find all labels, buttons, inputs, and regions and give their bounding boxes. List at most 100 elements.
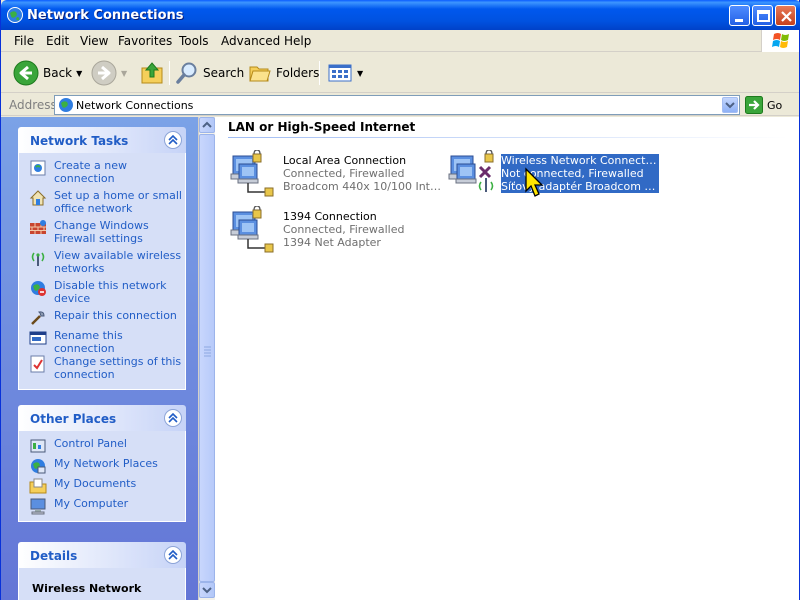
other-places-header[interactable]: Other Places bbox=[18, 405, 186, 431]
task-pane-scrollbar[interactable] bbox=[198, 117, 215, 600]
views-dropdown-icon[interactable]: ▼ bbox=[357, 69, 363, 78]
menu-view[interactable]: View bbox=[80, 34, 108, 48]
maximize-button[interactable] bbox=[752, 5, 773, 26]
control-panel-icon bbox=[30, 439, 46, 453]
network-tasks-panel: Network Tasks Create a new connection Se… bbox=[18, 127, 186, 390]
network-tasks-list: Create a new connection Set up a home or… bbox=[18, 153, 186, 390]
connection-device: Broadcom 440x 10/100 Integr... bbox=[283, 180, 443, 193]
explorer-window: Network Connections File Edit View Favor… bbox=[0, 0, 800, 600]
address-dropdown-button[interactable] bbox=[722, 97, 738, 113]
task-view-wireless[interactable]: View available wireless networks bbox=[19, 249, 185, 279]
minimize-button[interactable] bbox=[729, 5, 750, 26]
search-label: Search bbox=[203, 66, 245, 80]
address-input[interactable]: Network Connections bbox=[54, 95, 740, 115]
1394-connection-icon bbox=[230, 206, 274, 253]
go-button[interactable]: Go bbox=[745, 96, 782, 114]
window-title: Network Connections bbox=[27, 8, 184, 23]
collapse-icon[interactable] bbox=[164, 409, 182, 427]
address-label: Address bbox=[9, 98, 57, 112]
address-value: Network Connections bbox=[76, 99, 194, 112]
scroll-thumb[interactable] bbox=[199, 134, 215, 582]
task-create-connection[interactable]: Create a new connection bbox=[19, 159, 185, 189]
network-tasks-header[interactable]: Network Tasks bbox=[18, 127, 186, 153]
task-label: Change Windows Firewall settings bbox=[54, 219, 149, 245]
task-rename-connection[interactable]: Rename this connection bbox=[19, 329, 185, 355]
menu-advanced[interactable]: Advanced bbox=[221, 34, 280, 48]
place-label: My Network Places bbox=[54, 457, 158, 470]
place-label: Control Panel bbox=[54, 437, 127, 450]
place-label: My Computer bbox=[54, 497, 129, 510]
chevron-down-icon bbox=[202, 587, 212, 594]
task-change-settings[interactable]: Change settings of this connection bbox=[19, 355, 185, 385]
close-icon bbox=[781, 11, 792, 22]
place-my-computer[interactable]: My Computer bbox=[19, 497, 185, 517]
place-network-places[interactable]: My Network Places bbox=[19, 457, 185, 477]
home-network-icon bbox=[29, 190, 47, 206]
lan-connection-icon bbox=[230, 150, 274, 197]
details-header[interactable]: Details bbox=[18, 542, 186, 568]
views-icon bbox=[328, 64, 352, 82]
forward-button: ▼ bbox=[91, 59, 127, 87]
toolbar-separator bbox=[169, 61, 170, 85]
forward-arrow-icon bbox=[91, 60, 117, 86]
other-places-panel: Other Places Control Panel My Network Pl… bbox=[18, 405, 186, 522]
toolbar-separator bbox=[319, 61, 320, 85]
windows-flag-icon bbox=[772, 33, 789, 48]
folder-up-icon bbox=[141, 62, 163, 84]
folders-button[interactable]: Folders bbox=[248, 59, 319, 87]
connection-status: Connected, Firewalled bbox=[283, 167, 405, 180]
back-button[interactable]: Back ▼ bbox=[13, 59, 82, 87]
up-button[interactable] bbox=[140, 59, 164, 87]
other-places-title: Other Places bbox=[30, 412, 117, 426]
task-pane: Network Tasks Create a new connection Se… bbox=[1, 117, 198, 600]
other-places-list: Control Panel My Network Places My Docum… bbox=[18, 431, 186, 522]
network-tasks-title: Network Tasks bbox=[30, 134, 129, 148]
forward-dropdown-icon: ▼ bbox=[121, 68, 128, 78]
views-button[interactable]: ▼ bbox=[327, 59, 363, 87]
back-label: Back bbox=[43, 66, 73, 80]
task-label: Change settings of this connection bbox=[54, 355, 182, 381]
disable-device-icon bbox=[31, 281, 46, 296]
scroll-up-button[interactable] bbox=[199, 117, 215, 133]
connection-name: Wireless Network Connection bbox=[501, 154, 659, 167]
search-button[interactable]: Search bbox=[175, 59, 244, 87]
connection-text: Local Area Connection Connected, Firewal… bbox=[283, 154, 443, 193]
group-title: LAN or High-Speed Internet bbox=[228, 120, 416, 134]
minimize-icon bbox=[735, 19, 743, 22]
rename-icon bbox=[29, 331, 47, 345]
place-my-documents[interactable]: My Documents bbox=[19, 477, 185, 497]
repair-icon bbox=[31, 311, 45, 325]
connection-text: 1394 Connection Connected, Firewalled 13… bbox=[283, 210, 443, 249]
back-arrow-icon bbox=[13, 60, 39, 86]
menu-file[interactable]: File bbox=[14, 34, 34, 48]
mouse-cursor-icon bbox=[525, 167, 544, 197]
menu-help[interactable]: Help bbox=[284, 34, 311, 48]
folders-icon bbox=[249, 66, 271, 82]
search-icon bbox=[176, 62, 197, 84]
network-places-icon bbox=[31, 459, 46, 474]
place-control-panel[interactable]: Control Panel bbox=[19, 437, 185, 457]
menu-favorites[interactable]: Favorites bbox=[118, 34, 172, 48]
collapse-icon[interactable] bbox=[164, 546, 182, 564]
settings-icon bbox=[30, 355, 45, 373]
task-label: Create a new connection bbox=[54, 159, 128, 185]
firewall-icon bbox=[30, 220, 46, 234]
place-label: My Documents bbox=[54, 477, 137, 490]
task-firewall-settings[interactable]: Change Windows Firewall settings bbox=[19, 219, 185, 249]
network-connections-icon bbox=[59, 98, 73, 112]
title-bar[interactable]: Network Connections bbox=[1, 0, 800, 30]
scroll-down-button[interactable] bbox=[199, 582, 215, 598]
menu-tools[interactable]: Tools bbox=[179, 34, 209, 48]
back-dropdown-icon[interactable]: ▼ bbox=[76, 69, 82, 78]
task-label: View available wireless networks bbox=[54, 249, 182, 275]
content-area[interactable]: LAN or High-Speed Internet Local Area Co… bbox=[215, 117, 799, 600]
close-button[interactable] bbox=[775, 5, 796, 26]
wireless-icon bbox=[31, 252, 45, 266]
new-connection-icon bbox=[30, 160, 46, 176]
task-repair-connection[interactable]: Repair this connection bbox=[19, 309, 185, 329]
collapse-icon[interactable] bbox=[164, 131, 182, 149]
menu-edit[interactable]: Edit bbox=[46, 34, 69, 48]
menu-bar: File Edit View Favorites Tools Advanced … bbox=[1, 30, 799, 52]
task-disable-device[interactable]: Disable this network device bbox=[19, 279, 185, 309]
task-home-network[interactable]: Set up a home or small office network bbox=[19, 189, 185, 219]
